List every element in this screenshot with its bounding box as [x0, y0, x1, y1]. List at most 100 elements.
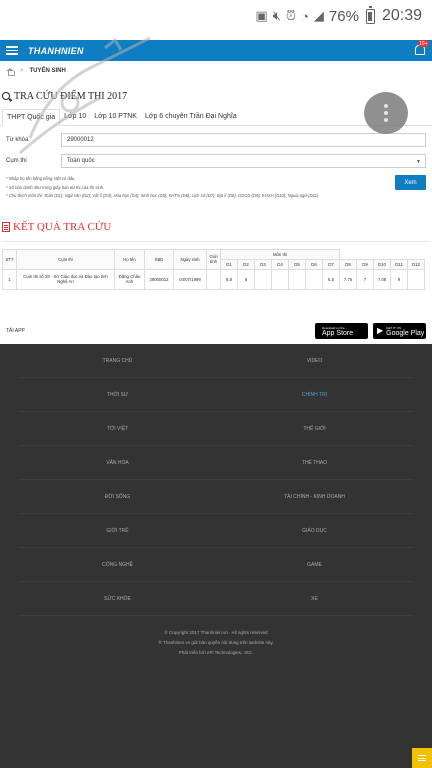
dot-icon	[384, 118, 388, 122]
footer-menu-item[interactable]: CÔNG NGHỆ	[19, 548, 216, 582]
cell-sbd: 29000012	[144, 268, 174, 290]
dot-icon	[384, 111, 388, 115]
page-title-text: TRA CỨU ĐIỂM THI 2017	[14, 90, 128, 102]
app-label: TẢI APP	[6, 327, 25, 334]
footer-menu-item[interactable]: ĐỜI SỐNG	[19, 480, 216, 514]
results-table: STT Cụm thi Họ tên SBD Ngày sinh Giới tí…	[2, 248, 425, 290]
alarm-icon: ⏰︎	[285, 8, 297, 23]
footer-menu-item[interactable]: XE	[216, 582, 413, 616]
battery-icon	[365, 5, 375, 24]
footer-menu-item[interactable]: GIỚI TRẺ	[19, 514, 216, 548]
search-form: Từ khóa 29000012 Cụm thi Toàn quốc ▼ * N…	[0, 133, 432, 201]
cell-score	[305, 268, 323, 290]
cell-dob: 04/07/1999	[173, 268, 207, 290]
copyright: © Copyright 2017 Thanhnien.vn - All righ…	[0, 628, 432, 658]
col-header: SBD	[144, 248, 174, 270]
col-header: Ngày sinh	[173, 248, 207, 270]
cell-score	[271, 268, 289, 290]
breadcrumb: > TUYỂN SINH	[0, 61, 432, 81]
cell-score: 8.8	[220, 268, 238, 290]
note-line: * Nhập họ tên bằng tiếng Việt có dấu.	[6, 176, 76, 181]
footer-menu-item[interactable]: CHÍNH TRỊ	[216, 378, 413, 412]
subject-col-header: D9	[356, 258, 374, 270]
col-header-blank	[339, 249, 425, 259]
cell-score: 7	[356, 268, 374, 290]
store-buttons: Download on the App Store ▶ GET IT ON Go…	[315, 322, 426, 339]
tab-lop-6-chuyen[interactable]: Lớp 6 chuyên Trần Đại Nghĩa	[141, 109, 241, 125]
subject-col-header: D8	[339, 258, 357, 270]
footer-menu-item[interactable]: THỂ THAO	[216, 446, 413, 480]
submit-button[interactable]: Xem	[395, 175, 426, 190]
cell-score: 7.08	[373, 268, 391, 290]
tab-lop-10-ptnk[interactable]: Lớp 10 PTNK	[90, 109, 141, 125]
copyright-line: ® Thanhnien.vn giữ bản quyền nội dung tr…	[158, 640, 274, 645]
battery-percent: 76%	[328, 7, 359, 25]
cluster-select-value: Toàn quốc	[67, 158, 95, 164]
subject-col-header: D11	[390, 258, 408, 270]
copyright-line: © Copyright 2017 Thanhnien.vn - All righ…	[164, 630, 268, 635]
notes-area: * Nhập họ tên bằng tiếng Việt có dấu. * …	[6, 175, 426, 201]
col-header: Môn thi	[220, 248, 340, 260]
col-header: Họ tên	[114, 248, 145, 270]
results-heading-text: KẾT QUẢ TRA CỨU	[13, 220, 112, 233]
keyword-label: Từ khóa	[6, 137, 29, 143]
status-bar: ▣ 🔇︎ ⏰︎ ◔ ◢ 76% 20:39	[0, 0, 432, 32]
notification-bell-icon[interactable]: 10+	[414, 40, 429, 55]
cluster-select[interactable]: Toàn quốc ▼	[61, 154, 426, 168]
subject-col-header: D10	[373, 258, 391, 270]
footer-menu-item[interactable]: GIÁO DỤC	[216, 514, 413, 548]
footer-menu: TRANG CHỦ VIDEO THỜI SỰ CHÍNH TRỊ TỚI VIỆT TH…	[0, 344, 432, 616]
keyword-input[interactable]: 29000012	[61, 133, 426, 147]
subject-col-header: D1	[220, 258, 238, 270]
cell-score: 9	[390, 268, 408, 290]
app-store-big: App Store	[322, 329, 354, 337]
cluster-label: Cụm thi	[6, 158, 27, 164]
col-header: STT	[2, 248, 17, 270]
clock: 20:39	[381, 7, 422, 24]
note-line: * Số báo danh như trong giấy báo dự thi …	[6, 184, 105, 190]
floating-menu-button[interactable]	[412, 748, 432, 768]
site-logo[interactable]: THANHNIEN	[28, 46, 84, 56]
subject-col-header: D12	[407, 258, 425, 270]
cell-score: 7.75	[339, 268, 357, 290]
dot-icon	[384, 104, 388, 108]
hamburger-menu-icon[interactable]	[6, 46, 18, 55]
wifi-icon: ◔	[301, 8, 309, 24]
cell-cluster: Cụm thi số 28 - Sở Giáo dục và Đào tạo t…	[16, 268, 115, 290]
tab-thpt-quoc-gia[interactable]: THPT Quốc gia	[2, 109, 61, 126]
form-notes: * Nhập họ tên bằng tiếng Việt có dấu. * …	[6, 175, 395, 201]
footer-menu-item[interactable]: GAME	[216, 548, 413, 582]
cell-score: 6.5	[322, 268, 340, 290]
divider	[2, 240, 430, 242]
keyword-row: Từ khóa 29000012	[6, 133, 426, 147]
footer-menu-item[interactable]: VIDEO	[216, 344, 413, 378]
google-play-button[interactable]: ▶ GET IT ON Google Play	[373, 322, 426, 339]
tab-lop-10[interactable]: Lớp 10	[60, 109, 90, 125]
breadcrumb-item[interactable]: TUYỂN SINH	[30, 68, 66, 74]
note-line: * Chú thích môn thi: Toán (D1); Ngữ văn …	[6, 193, 319, 198]
more-options-button[interactable]	[364, 92, 408, 134]
footer-menu-item[interactable]: TỚI VIỆT	[19, 412, 216, 446]
footer-menu-item[interactable]: SỨC KHỎE	[19, 582, 216, 616]
footer-menu-item[interactable]: VĂN HÓA	[19, 446, 216, 480]
notification-badge: 10+	[417, 40, 429, 47]
subject-col-header: D5	[288, 258, 306, 270]
footer-menu-item[interactable]: TRANG CHỦ	[19, 344, 216, 378]
cell-score: 6	[237, 268, 255, 290]
home-icon[interactable]	[6, 67, 15, 76]
search-icon	[2, 92, 10, 100]
table-row: 1 Cụm thi số 28 - Sở Giáo dục và Đào tạo …	[2, 268, 425, 290]
col-header: Cụm thi	[16, 248, 115, 270]
subject-col-header: D7	[322, 258, 340, 270]
footer-menu-item[interactable]: THẾ GIỚI	[216, 412, 413, 446]
breadcrumb-separator: >	[20, 68, 24, 74]
mute-icon: 🔇︎	[272, 8, 281, 23]
app-store-button[interactable]: Download on the App Store	[315, 322, 368, 339]
footer-menu-item[interactable]: THỜI SỰ	[19, 378, 216, 412]
footer: TRANG CHỦ VIDEO THỜI SỰ CHÍNH TRỊ TỚI VIỆT TH…	[0, 344, 432, 768]
cell-score	[288, 268, 306, 290]
results-heading: KẾT QUẢ TRA CỨU	[0, 219, 432, 235]
subject-col-header: D6	[305, 258, 323, 270]
subject-col-header: D3	[254, 258, 272, 270]
footer-menu-item[interactable]: TÀI CHÍNH - KINH DOANH	[216, 480, 413, 514]
